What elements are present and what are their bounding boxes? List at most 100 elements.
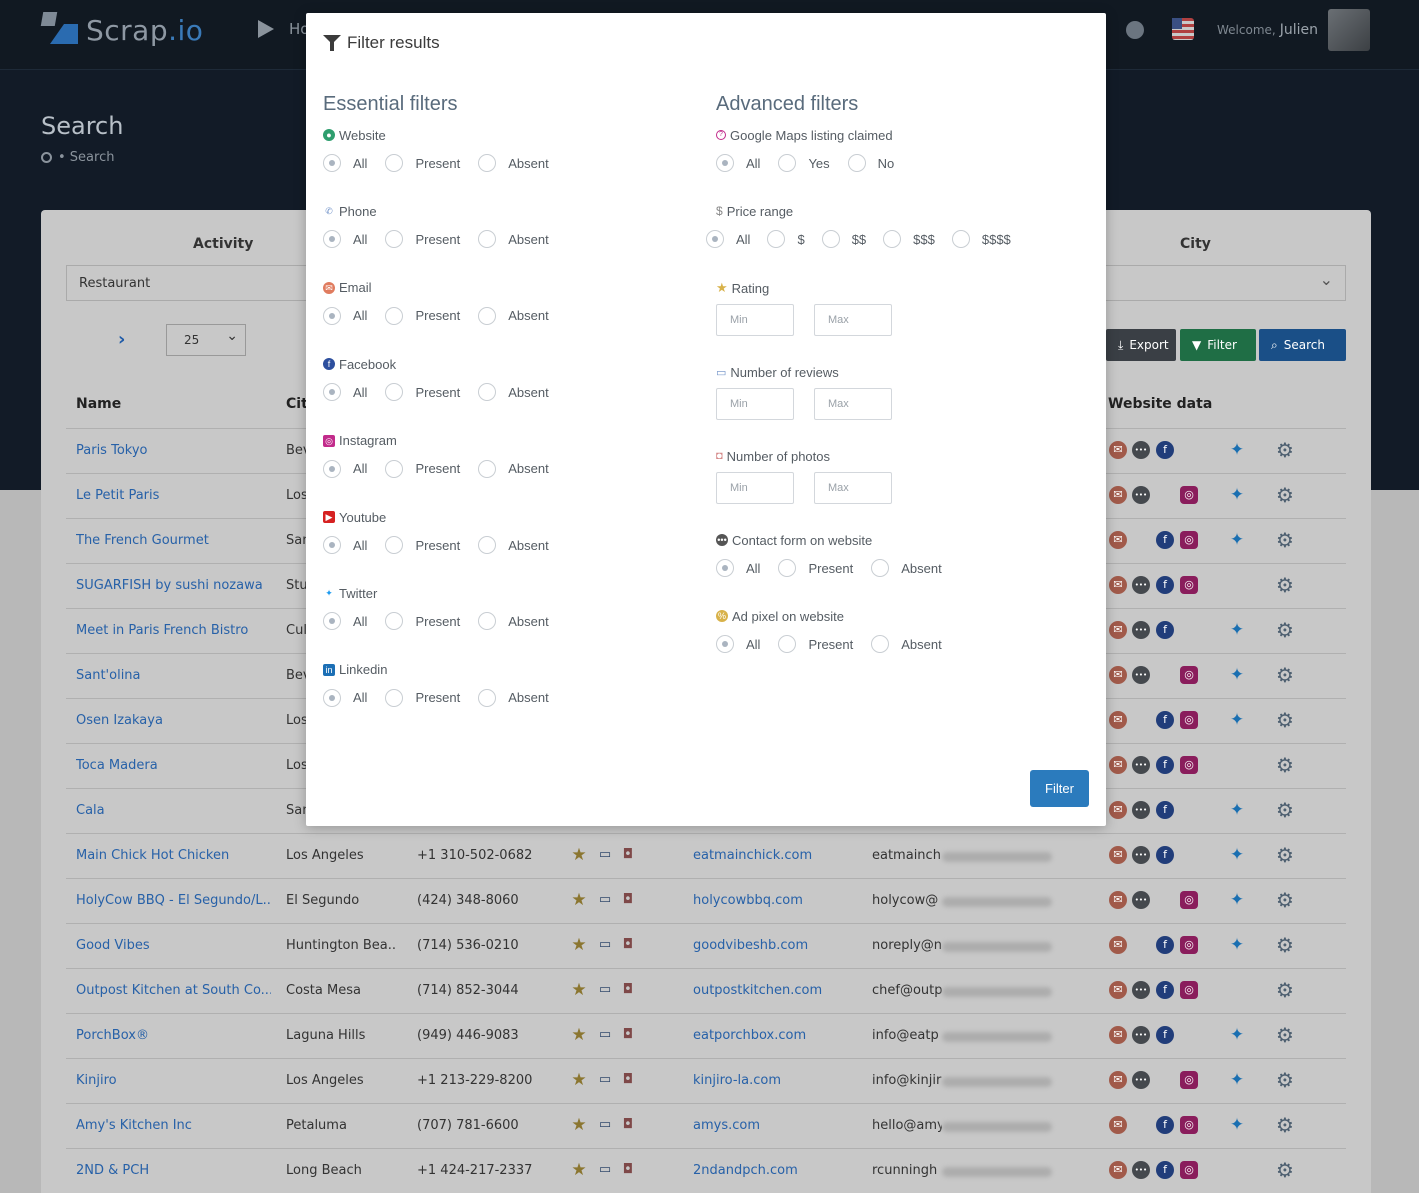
radio-button[interactable]	[821, 230, 840, 248]
radio-button[interactable]	[385, 536, 404, 554]
ad-pixel-radio-2[interactable]: Absent	[871, 635, 942, 653]
gmb-options: All Yes No	[716, 153, 912, 173]
radio-button[interactable]	[323, 612, 341, 631]
ad-pixel-radio-1[interactable]: Present	[778, 635, 853, 653]
linkedin-radio-absent[interactable]: Absent	[478, 688, 549, 707]
email-radio-present[interactable]: Present	[385, 306, 461, 325]
website-radio-all[interactable]: All	[323, 154, 367, 172]
price-radio-3[interactable]: $$$	[883, 230, 935, 248]
youtube-radio-present[interactable]: Present	[385, 536, 460, 554]
filter-icon	[323, 34, 341, 52]
radio-button[interactable]	[323, 688, 341, 707]
phone-radio-present[interactable]: Present	[385, 230, 460, 249]
radio-button[interactable]	[385, 230, 404, 249]
radio-button[interactable]	[871, 635, 890, 653]
radio-button[interactable]	[778, 635, 797, 653]
camera-icon: ◘	[716, 450, 723, 462]
radio-button[interactable]	[478, 230, 497, 249]
price-range-filter: $ Price range All $ $$ $$$ $$$$	[706, 203, 1028, 249]
radio-button[interactable]	[871, 559, 890, 577]
photos-filter: ◘ Number of photos	[716, 448, 892, 504]
radio-button[interactable]	[847, 154, 866, 172]
twitter-radio-absent[interactable]: Absent	[478, 612, 549, 631]
gmb-radio-0[interactable]: All	[716, 154, 760, 172]
radio-label: Absent	[508, 613, 549, 629]
radio-button[interactable]	[323, 306, 341, 325]
contact-form-radio-1[interactable]: Present	[778, 559, 853, 577]
radio-button[interactable]	[323, 459, 341, 478]
radio-label: All	[353, 690, 368, 706]
radio-button[interactable]	[951, 230, 970, 248]
rating-min-input[interactable]	[716, 304, 794, 336]
apply-filter-button[interactable]: Filter	[1030, 770, 1089, 807]
radio-label: All	[353, 155, 368, 171]
radio-label: All	[353, 461, 368, 477]
price-options: All $ $$ $$$ $$$$	[706, 229, 1028, 249]
reviews-max-input[interactable]	[814, 388, 892, 420]
linkedin-radio-all[interactable]: All	[323, 688, 368, 707]
radio-button[interactable]	[385, 459, 404, 478]
radio-button[interactable]	[323, 154, 341, 172]
radio-button[interactable]	[716, 154, 734, 172]
radio-button[interactable]	[323, 383, 341, 402]
website-radio-present[interactable]: Present	[385, 154, 460, 172]
radio-label: Absent	[901, 636, 942, 652]
radio-button[interactable]	[478, 154, 497, 172]
facebook-radio-all[interactable]: All	[323, 383, 367, 402]
gmb-radio-2[interactable]: No	[847, 154, 894, 172]
radio-label: Present	[415, 308, 461, 324]
twitter-radio-all[interactable]: All	[323, 612, 367, 631]
radio-button[interactable]	[706, 230, 724, 248]
facebook-radio-absent[interactable]: Absent	[478, 383, 549, 402]
email-radio-all[interactable]: All	[323, 306, 367, 325]
phone-radio-absent[interactable]: Absent	[478, 230, 549, 249]
linkedin-radio-present[interactable]: Present	[385, 688, 460, 707]
price-radio-1[interactable]: $	[767, 230, 805, 248]
gmb-radio-1[interactable]: Yes	[778, 154, 830, 172]
radio-button[interactable]	[385, 612, 404, 631]
price-radio-2[interactable]: $$	[821, 230, 866, 248]
ad-pixel-radio-0[interactable]: All	[716, 635, 760, 653]
radio-button[interactable]	[478, 459, 497, 478]
radio-button[interactable]	[883, 230, 902, 248]
instagram-radio-absent[interactable]: Absent	[478, 459, 549, 478]
phone-radio-all[interactable]: All	[323, 230, 367, 249]
contact-form-radio-2[interactable]: Absent	[871, 559, 942, 577]
radio-button[interactable]	[478, 536, 497, 554]
radio-button[interactable]	[778, 559, 797, 577]
radio-button[interactable]	[716, 559, 734, 577]
price-radio-4[interactable]: $$$$	[951, 230, 1011, 248]
contact-form-radio-0[interactable]: All	[716, 559, 760, 577]
reviews-min-input[interactable]	[716, 388, 794, 420]
rating-max-input[interactable]	[814, 304, 892, 336]
radio-label: Absent	[508, 690, 549, 706]
youtube-radio-all[interactable]: All	[323, 536, 367, 554]
radio-button[interactable]	[478, 383, 497, 402]
radio-label: Absent	[901, 560, 942, 576]
photos-max-input[interactable]	[814, 472, 892, 504]
youtube-radio-absent[interactable]: Absent	[478, 536, 549, 554]
radio-button[interactable]	[385, 306, 404, 325]
radio-button[interactable]	[385, 154, 404, 172]
price-radio-0[interactable]: All	[706, 230, 750, 248]
instagram-radio-all[interactable]: All	[323, 459, 368, 478]
radio-button[interactable]	[478, 612, 497, 631]
radio-button[interactable]	[778, 154, 797, 172]
dots-icon: •••	[716, 534, 728, 546]
website-radio-absent[interactable]: Absent	[478, 154, 549, 172]
modal-title: Filter results	[323, 33, 440, 53]
radio-button[interactable]	[478, 688, 497, 707]
radio-button[interactable]	[323, 230, 341, 249]
radio-button[interactable]	[385, 383, 404, 402]
instagram-radio-present[interactable]: Present	[385, 459, 460, 478]
radio-button[interactable]	[478, 306, 497, 325]
radio-button[interactable]	[323, 536, 341, 554]
radio-button[interactable]	[767, 230, 786, 248]
radio-button[interactable]	[385, 688, 404, 707]
star-icon: ★	[716, 280, 728, 295]
photos-min-input[interactable]	[716, 472, 794, 504]
email-radio-absent[interactable]: Absent	[478, 306, 549, 325]
twitter-radio-present[interactable]: Present	[385, 612, 460, 631]
radio-button[interactable]	[716, 635, 734, 653]
facebook-radio-present[interactable]: Present	[385, 383, 460, 402]
